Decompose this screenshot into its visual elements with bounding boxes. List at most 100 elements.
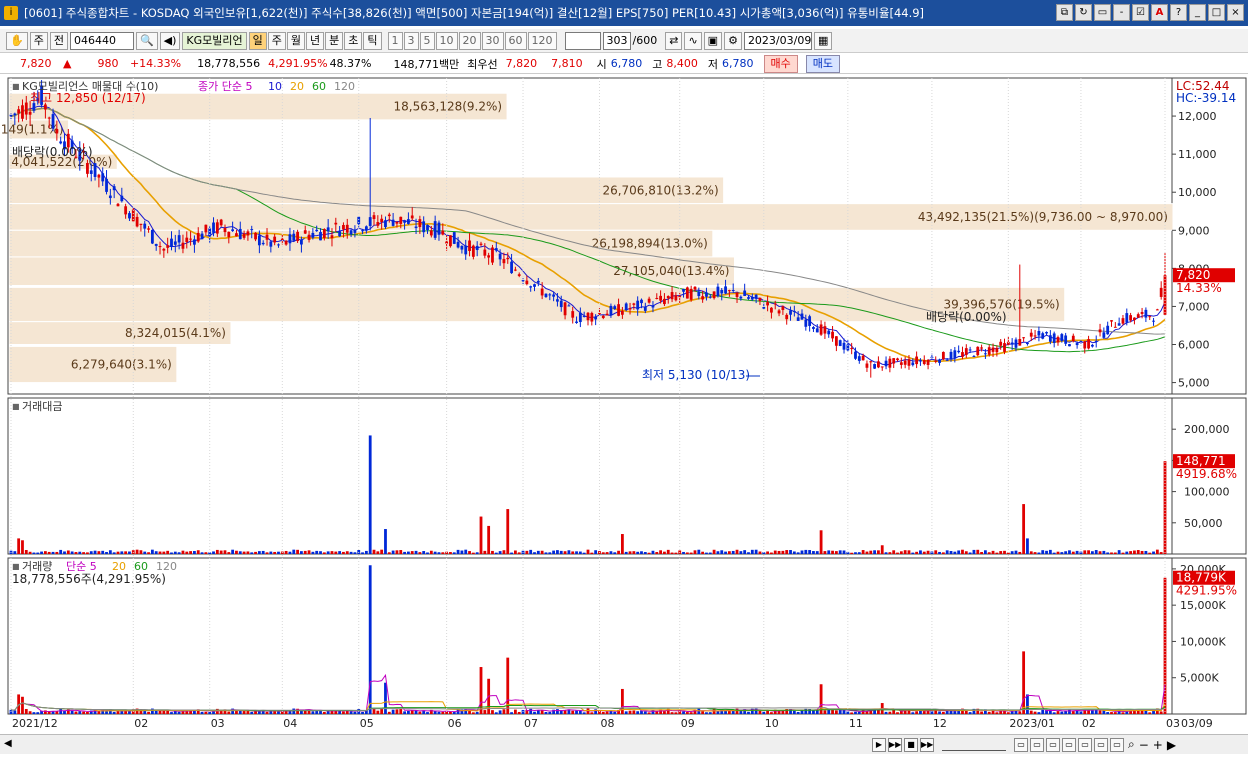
stock-code-input[interactable]: 046440	[69, 31, 134, 50]
forward-icon[interactable]: ▶▶	[920, 737, 934, 752]
volume-bar	[1068, 709, 1071, 714]
volume-bar	[361, 711, 364, 714]
search-icon[interactable]: 🔍	[135, 31, 158, 50]
link-icon[interactable]: ⧉	[1056, 4, 1073, 21]
amount-bar	[43, 551, 47, 554]
period-button-3[interactable]: 년	[306, 31, 325, 50]
amount-bar	[1033, 552, 1037, 554]
interval-button-10[interactable]: 10	[435, 31, 458, 50]
app-icon: i	[4, 6, 18, 20]
interval-button-3[interactable]: 3	[403, 31, 419, 50]
maximize-button[interactable]: □	[1208, 4, 1225, 21]
amount-bar	[556, 550, 559, 554]
candle-body	[972, 356, 976, 358]
date-input[interactable]: 2023/03/09	[743, 31, 812, 50]
stock-name[interactable]: KG모빌리언	[182, 31, 247, 50]
help-icon[interactable]: ?	[1170, 4, 1187, 21]
candle-body	[13, 113, 17, 115]
candle-body	[747, 297, 750, 299]
tool-icon-5[interactable]: ▭	[1078, 737, 1092, 752]
period-button-4[interactable]: 분	[325, 31, 344, 50]
count-input[interactable]: 303	[602, 31, 631, 50]
interval-button-60[interactable]: 60	[504, 31, 527, 50]
speaker-icon[interactable]: ◀)	[159, 31, 181, 50]
candle-body	[261, 242, 265, 245]
minimize-button[interactable]: _	[1189, 4, 1206, 21]
hand-icon[interactable]: ✋	[6, 31, 28, 50]
chart-area[interactable]: 18,563,128(9.2%)2,160,149(1.1%)4,041,522…	[0, 76, 1248, 734]
amount-bar	[976, 549, 980, 554]
zoom-in-icon[interactable]: +	[1153, 738, 1163, 752]
amount-bar	[143, 551, 147, 554]
candle-body	[926, 359, 930, 365]
sell-button[interactable]: 매도	[805, 54, 840, 73]
volume-bar	[674, 712, 678, 714]
window-icon[interactable]: ▭	[1094, 4, 1111, 21]
candle-body	[513, 269, 517, 271]
x-tick-label-0: 2021/12	[12, 717, 58, 730]
tool-icon-7[interactable]: ▭	[1110, 737, 1124, 752]
zoom-out-icon[interactable]: −	[1139, 738, 1149, 752]
candle-body	[877, 361, 880, 368]
tool-icon-2[interactable]: ▭	[1030, 737, 1044, 752]
check-icon[interactable]: ☑	[1132, 4, 1149, 21]
period-button-6[interactable]: 틱	[363, 31, 382, 50]
play-icon[interactable]: ▶	[872, 737, 886, 752]
amount-bar	[36, 552, 40, 554]
amount-tick-label-2: 100,000	[1184, 486, 1230, 499]
calendar-icon[interactable]: ▦	[813, 31, 833, 50]
interval-button-30[interactable]: 30	[481, 31, 504, 50]
zoom-icon[interactable]: ⌕	[1128, 737, 1135, 752]
candle-body	[1102, 332, 1106, 338]
tool-icon-1[interactable]: ▭	[1014, 737, 1028, 752]
period-button-5[interactable]: 초	[344, 31, 363, 50]
interval-input[interactable]	[564, 31, 601, 50]
low-annotation: 최저 5,130 (10/13)	[642, 368, 750, 382]
zoom-slider[interactable]	[942, 738, 1006, 751]
prev-button[interactable]: 전	[49, 31, 68, 50]
compare-icon[interactable]: ⇄	[665, 31, 683, 50]
candle-body	[632, 303, 636, 305]
scroll-right-icon[interactable]: ▶	[1167, 738, 1176, 752]
amount-bar	[735, 549, 739, 554]
close-button[interactable]: ×	[1227, 4, 1244, 21]
save-icon[interactable]: ▣	[703, 31, 723, 50]
buy-button[interactable]: 매수	[763, 54, 798, 73]
refresh-icon[interactable]: ↻	[1075, 4, 1092, 21]
play-fast-icon[interactable]: ▶▶	[888, 737, 902, 752]
amount-bar	[1022, 504, 1026, 554]
amount-bar	[13, 551, 17, 554]
amount-bar	[387, 552, 391, 554]
amount-bar	[1045, 550, 1048, 554]
minus-icon[interactable]: -	[1113, 4, 1130, 21]
line-icon[interactable]: ∿	[684, 31, 702, 50]
amount-bar	[903, 550, 907, 554]
period-button-1[interactable]: 주	[267, 31, 286, 50]
market-select[interactable]: 주	[29, 31, 48, 50]
tool-icon-3[interactable]: ▭	[1046, 737, 1060, 752]
interval-button-1[interactable]: 1	[387, 31, 403, 50]
volume-bar	[342, 711, 345, 714]
candle-body	[1121, 318, 1125, 324]
chart-scrollbar[interactable]: ◀ ▶ ▶▶ ■ ▶▶ ▭ ▭ ▭ ▭ ▭ ▭ ▭ ⌕ − + ▶	[0, 734, 1248, 754]
scroll-left-icon[interactable]: ◀	[4, 738, 12, 749]
candle-body	[827, 330, 831, 335]
amount-bar	[426, 552, 429, 554]
tool-icon-4[interactable]: ▭	[1062, 737, 1076, 752]
amount-bar	[533, 552, 536, 554]
candle-body	[238, 228, 242, 240]
font-icon[interactable]: A	[1151, 4, 1168, 21]
tool-icon-6[interactable]: ▭	[1094, 737, 1108, 752]
interval-button-120[interactable]: 120	[527, 31, 557, 50]
interval-button-5[interactable]: 5	[419, 31, 435, 50]
interval-button-20[interactable]: 20	[458, 31, 481, 50]
amount-bar	[701, 551, 705, 554]
stop-icon[interactable]: ■	[904, 737, 918, 752]
amount-bar	[617, 550, 620, 554]
amount-bar	[628, 551, 632, 554]
settings-icon[interactable]: ⚙	[724, 31, 742, 50]
amount-bar	[491, 550, 494, 554]
period-button-0[interactable]: 일	[248, 31, 267, 50]
candle-body	[1014, 339, 1018, 348]
period-button-2[interactable]: 월	[286, 31, 306, 50]
